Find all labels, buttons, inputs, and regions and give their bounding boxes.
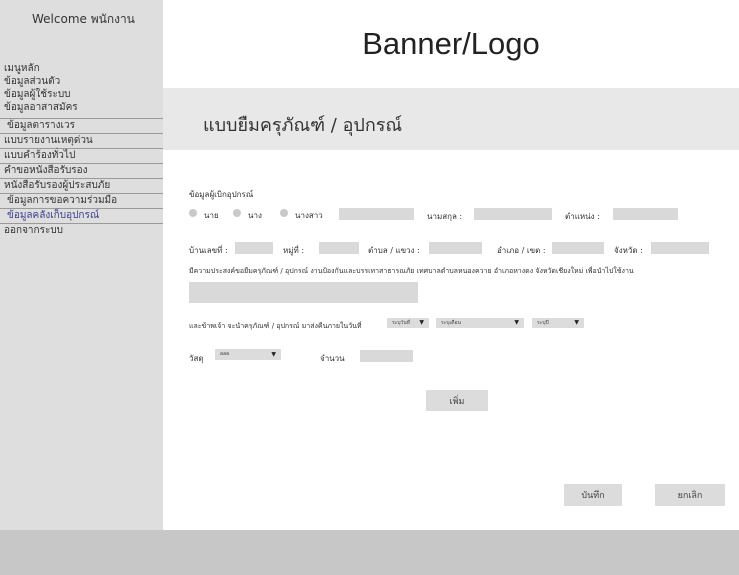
banner-logo: Banner/Logo xyxy=(362,26,540,61)
province-input[interactable] xyxy=(651,242,709,254)
province-label: จังหวัด : xyxy=(614,246,643,255)
radio-miss-label: นางสาว xyxy=(295,211,323,220)
page-title: แบบยืมครุภัณฑ์ / อุปกรณ์ xyxy=(203,115,403,136)
surname-label: นามสกุล : xyxy=(427,212,463,221)
sidebar-item-main-menu[interactable]: เมนูหลัก xyxy=(0,62,163,75)
position-label: ตำแหน่ง : xyxy=(565,212,600,221)
add-button[interactable]: เพิ่ม xyxy=(426,390,488,411)
chevron-down-icon: ▼ xyxy=(419,319,424,326)
save-button[interactable]: บันทึก xyxy=(564,484,622,506)
radio-mr[interactable] xyxy=(189,209,197,217)
district-label: อำเภอ / เขต : xyxy=(497,246,546,255)
sidebar-item-system-users[interactable]: ข้อมูลผู้ใช้ระบบ xyxy=(0,88,163,101)
radio-mrs[interactable] xyxy=(233,209,241,217)
moo-input[interactable] xyxy=(319,242,359,254)
moo-label: หมู่ที่ : xyxy=(283,246,305,255)
radio-miss[interactable] xyxy=(280,209,288,217)
subdistrict-input[interactable] xyxy=(429,242,482,254)
return-year-select[interactable]: ระบุปี ▼ xyxy=(532,318,584,328)
material-value: aaa xyxy=(220,351,230,357)
material-label: วัสดุ xyxy=(189,354,204,363)
surname-input[interactable] xyxy=(474,208,552,220)
sidebar-item-victim-certificate[interactable]: หนังสือรับรองผู้ประสบภัย xyxy=(0,178,163,193)
return-day-select[interactable]: ระบุวันที่ ▼ xyxy=(387,318,429,328)
position-input[interactable] xyxy=(613,208,678,220)
sidebar-item-urgent-report[interactable]: แบบรายงานเหตุด่วน xyxy=(0,133,163,148)
cancel-button[interactable]: ยกเลิก xyxy=(655,484,725,506)
sidebar: Welcome พนักงาน เมนูหลัก ข้อมูลส่วนตัว ข… xyxy=(0,0,163,530)
house-no-label: บ้านเลขที่ : xyxy=(189,246,228,255)
chevron-down-icon: ▼ xyxy=(514,319,519,326)
chevron-down-icon: ▼ xyxy=(271,351,276,358)
page-title-band: แบบยืมครุภัณฑ์ / อุปกรณ์ xyxy=(163,88,739,150)
subdistrict-label: ตำบล / แขวง : xyxy=(368,246,420,255)
house-no-input[interactable] xyxy=(235,242,273,254)
welcome-text: Welcome พนักงาน xyxy=(32,12,135,26)
radio-mrs-label: นาง xyxy=(248,211,262,220)
return-day-value: ระบุวันที่ xyxy=(392,320,411,326)
sidebar-item-cooperation[interactable]: ข้อมูลการขอความร่วมมือ xyxy=(0,193,163,208)
return-year-value: ระบุปี xyxy=(537,320,549,326)
return-date-text: และข้าพเจ้า จะนำครุภัณฑ์ / อุปกรณ์ มาส่ง… xyxy=(189,322,362,330)
footer xyxy=(0,530,739,575)
quantity-input[interactable] xyxy=(360,350,413,362)
sidebar-nav: เมนูหลัก ข้อมูลส่วนตัว ข้อมูลผู้ใช้ระบบ … xyxy=(0,62,163,237)
radio-mr-label: นาย xyxy=(204,211,219,220)
purpose-input[interactable] xyxy=(189,282,418,303)
material-select[interactable]: aaa ▼ xyxy=(215,349,281,360)
sidebar-item-personal-info[interactable]: ข้อมูลส่วนตัว xyxy=(0,75,163,88)
return-month-select[interactable]: ระบุเดือน ▼ xyxy=(436,318,524,328)
sidebar-item-certificate-request[interactable]: คำขอหนังสือรับรอง xyxy=(0,163,163,178)
quantity-label: จำนวน xyxy=(320,354,345,363)
purpose-text: มีความประสงค์ขอยืมครุภัณฑ์ / อุปกรณ์ งาน… xyxy=(189,267,634,275)
section-label: ข้อมูลผู้เบิกอุปกรณ์ xyxy=(189,190,254,199)
equipment-loan-form: ข้อมูลผู้เบิกอุปกรณ์ นาย นาง นางสาว นามส… xyxy=(163,150,739,530)
sidebar-item-logout[interactable]: ออกจากระบบ xyxy=(0,224,163,237)
sidebar-item-general-request[interactable]: แบบคำร้องทั่วไป xyxy=(0,148,163,163)
chevron-down-icon: ▼ xyxy=(574,319,579,326)
return-month-value: ระบุเดือน xyxy=(441,320,461,326)
sidebar-item-equipment-storage[interactable]: ข้อมูลคลังเก็บอุปกรณ์ xyxy=(0,208,163,224)
sidebar-item-duty-schedule[interactable]: ข้อมูลตารางเวร xyxy=(0,118,163,133)
first-name-input[interactable] xyxy=(339,208,414,220)
district-input[interactable] xyxy=(552,242,604,254)
sidebar-item-volunteers[interactable]: ข้อมูลอาสาสมัคร xyxy=(0,101,163,114)
